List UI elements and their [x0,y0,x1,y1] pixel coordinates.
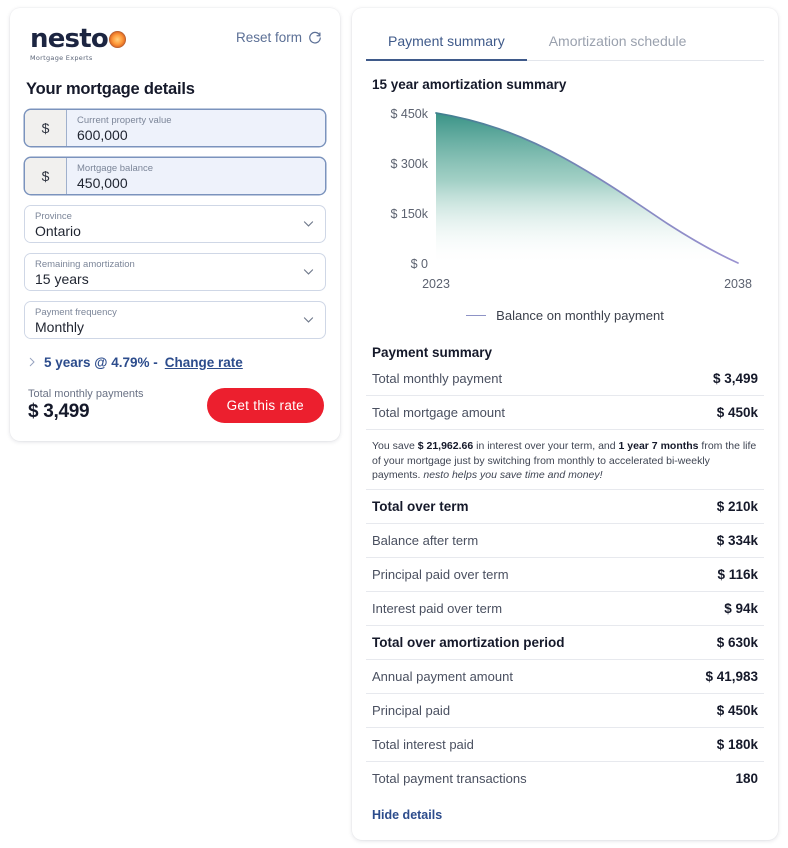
y-tick-0: $ 0 [411,257,428,271]
nesto-logo: nesto Mortgage Experts [30,26,126,62]
row-label: Total mortgage amount [372,405,505,420]
row-value: $ 41,983 [705,668,758,684]
table-row: Interest paid over term $ 94k [366,592,764,626]
note-part-1: You save [372,440,418,452]
page-title: Your mortgage details [26,79,195,98]
row-label: Interest paid over term [372,600,503,616]
field-mortgage-balance[interactable]: $ Mortgage balance 450,000 [24,156,326,195]
row-value: $ 210k [716,498,758,514]
chart-svg: $ 450k $ 300k $ 150k $ 0 2023 2038 [390,107,752,291]
note-time-saved: 1 year 7 months [618,440,699,452]
frequency-select-value: Monthly [35,318,85,335]
y-tick-300k: $ 300k [390,157,428,171]
row-label: Total payment transactions [372,770,527,786]
property-value-input[interactable]: 600,000 [77,127,315,144]
province-select-value: Ontario [35,222,81,239]
totals-row: Total monthly payments $ 3,499 Get this … [24,387,326,423]
tab-amortization-schedule[interactable]: Amortization schedule [527,22,709,61]
note-savings-amount: $ 21,962.66 [417,440,474,452]
chevron-right-icon [29,357,35,367]
note-tagline: nesto helps you save time and money! [423,469,603,481]
row-label: Annual payment amount [372,668,513,684]
table-row: Total over term $ 210k [366,490,764,524]
logo-dot-icon [108,30,126,48]
amortization-select-value: 15 years [35,270,89,287]
chart-legend: Balance on monthly payment [366,308,764,323]
field-label: Payment frequency [35,306,117,318]
refresh-icon [309,31,321,44]
row-value: $ 180k [716,736,758,752]
chart-area-fill [436,113,738,263]
row-value: $ 630k [716,634,758,650]
amortization-chart: $ 450k $ 300k $ 150k $ 0 2023 2038 [366,96,764,306]
table-row: Total over amortization period $ 630k [366,626,764,660]
field-label: Province [35,210,72,222]
row-value: $ 450k [716,405,758,420]
payment-summary-card: Payment summary Amortization schedule 15… [352,8,778,840]
row-value: $ 334k [716,532,758,548]
legend-line-icon [466,315,487,316]
table-row: Principal paid $ 450k [366,694,764,728]
y-tick-450k: $ 450k [390,107,428,121]
mortgage-balance-input[interactable]: 450,000 [77,175,315,192]
legend-label: Balance on monthly payment [496,308,664,323]
rate-text: 5 years @ 4.79% - [44,354,158,370]
get-this-rate-button[interactable]: Get this rate [206,387,324,423]
rate-summary-row[interactable]: 5 years @ 4.79% - Change rate [28,355,326,370]
note-part-2: in interest over your term, and [473,440,619,452]
row-label: Total monthly payment [372,371,503,386]
summary-heading: Payment summary [372,345,493,360]
x-tick-2038: 2038 [724,277,752,291]
chevron-down-icon[interactable] [291,206,325,242]
field-payment-frequency[interactable]: Payment frequency Monthly [24,300,326,339]
reset-form-button[interactable]: Reset form [236,30,322,45]
row-value: $ 3,499 [712,371,758,386]
table-row: Principal paid over term $ 116k [366,558,764,592]
savings-note: You save $ 21,962.66 in interest over yo… [366,430,764,490]
row-label: Total over term [372,498,469,514]
table-row: Total mortgage amount $ 450k [366,396,764,430]
tab-payment-summary[interactable]: Payment summary [366,22,527,61]
row-label: Principal paid over term [372,566,509,582]
table-row: Balance after term $ 334k [366,524,764,558]
tab-bar: Payment summary Amortization schedule [366,22,764,61]
y-tick-150k: $ 150k [390,207,428,221]
totals-label: Total monthly payments [28,387,144,400]
table-row: Total monthly payment $ 3,499 [366,362,764,396]
currency-prefix-icon: $ [25,109,67,146]
chevron-down-icon[interactable] [291,254,325,290]
row-value: 180 [735,770,758,786]
x-tick-2023: 2023 [422,277,450,291]
row-value: $ 450k [716,702,758,718]
hide-details-link[interactable]: Hide details [366,795,764,826]
chart-title: 15 year amortization summary [372,77,567,92]
mortgage-details-card: nesto Mortgage Experts Reset form Your m… [10,8,340,441]
row-value: $ 94k [724,600,758,616]
row-label: Total interest paid [372,736,474,752]
logo-wordmark: nesto [30,26,126,52]
table-row: Total payment transactions 180 [366,762,764,795]
totals-value: $ 3,499 [28,400,90,422]
row-value: $ 116k [717,566,758,582]
field-label: Current property value [77,114,172,126]
row-label: Balance after term [372,532,479,548]
field-label: Remaining amortization [35,258,135,270]
page-layout: nesto Mortgage Experts Reset form Your m… [0,0,788,848]
card-header: nesto Mortgage Experts Reset form [24,22,326,62]
logo-text: nesto [30,24,109,54]
logo-tagline: Mortgage Experts [30,54,93,62]
field-label: Mortgage balance [77,162,154,174]
row-label: Total over amortization period [372,634,565,650]
chevron-down-icon[interactable] [291,302,325,338]
field-remaining-amortization[interactable]: Remaining amortization 15 years [24,252,326,291]
table-row: Total interest paid $ 180k [366,728,764,762]
change-rate-link[interactable]: Change rate [165,355,243,370]
field-current-property-value[interactable]: $ Current property value 600,000 [24,108,326,147]
totals-block: Total monthly payments $ 3,499 [28,388,144,423]
table-row: Annual payment amount $ 41,983 [366,660,764,694]
row-label: Principal paid [372,702,451,718]
currency-prefix-icon: $ [25,157,67,194]
reset-form-label: Reset form [235,30,302,45]
field-province[interactable]: Province Ontario [24,204,326,243]
